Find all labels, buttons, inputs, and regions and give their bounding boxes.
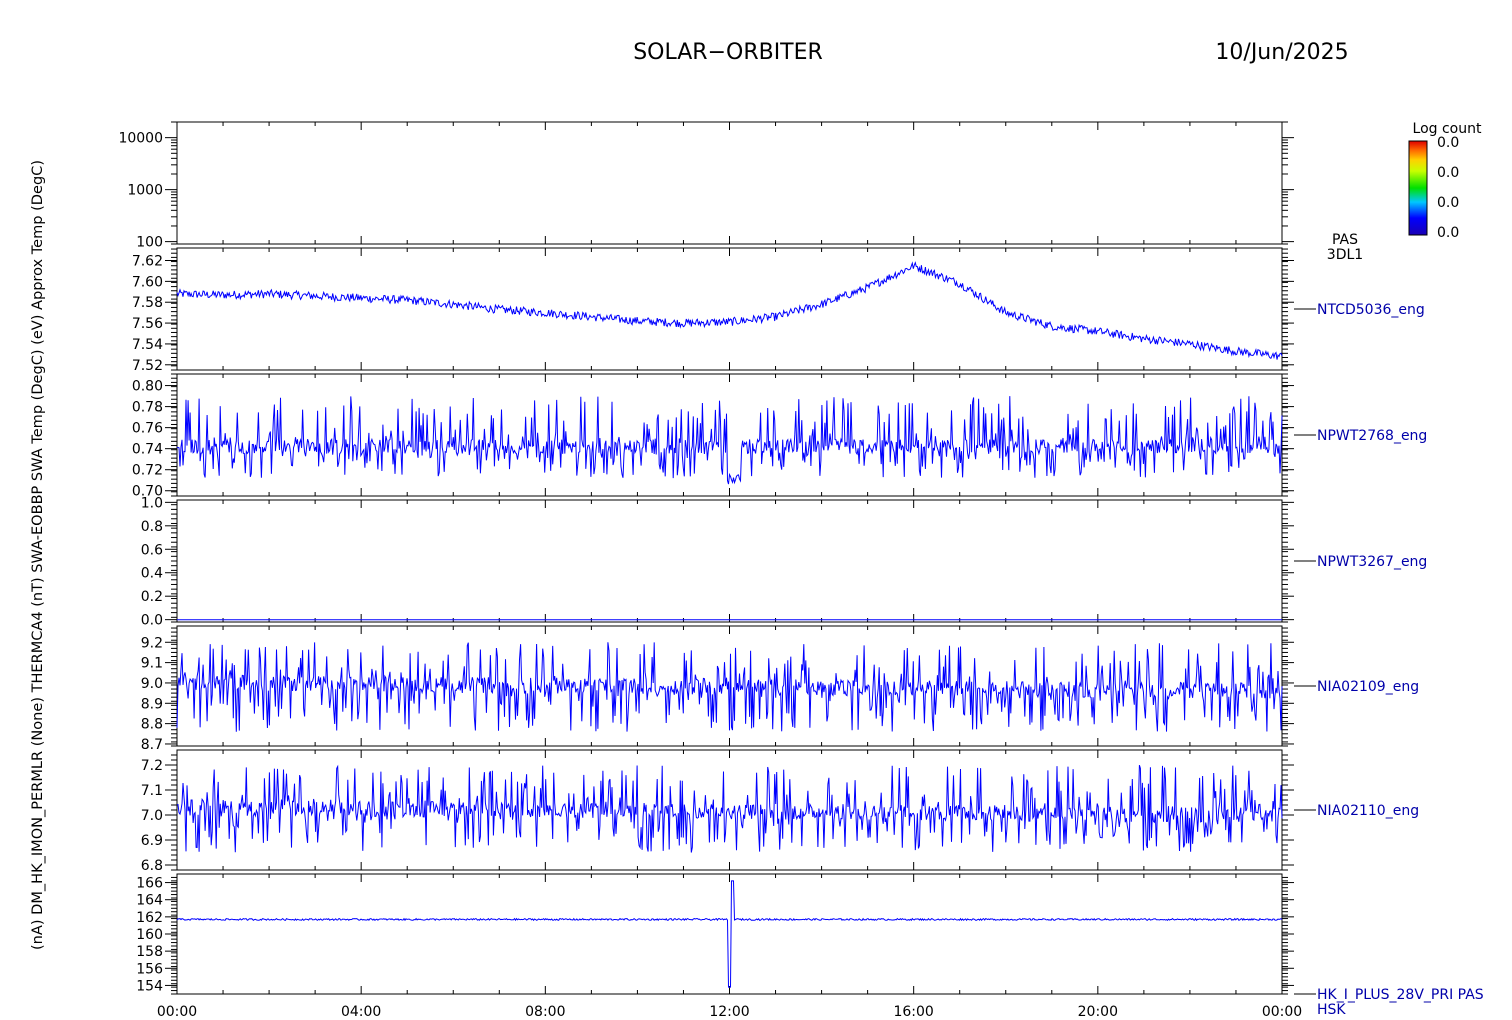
y-tick-label: 166: [136, 876, 163, 892]
y-tick-label: 7.54: [132, 337, 163, 353]
panel-frame: [176, 873, 1283, 995]
colorbar-tick-label: 0.0: [1437, 225, 1459, 241]
panel-frame: [176, 121, 1283, 245]
y-tick-label: 156: [136, 961, 163, 977]
y-tick-label: 0.72: [132, 463, 163, 479]
side-label: NTCD5036_eng: [1317, 302, 1425, 318]
side-label: NPWT2768_eng: [1317, 428, 1427, 444]
series-line: [176, 261, 1283, 360]
x-tick-label: 16:00: [893, 1004, 933, 1020]
series-line: [176, 642, 1283, 732]
y-tick-label: 7.56: [132, 316, 163, 332]
panel-6: 7.2 7.1 7.0 6.9 6.8 NIA02110_eng: [141, 749, 1419, 874]
y-tick-label: 8.8: [141, 717, 163, 733]
y-tick-label: 10000: [118, 131, 163, 147]
x-tick-label: 20:00: [1078, 1004, 1118, 1020]
y-tick-label: 9.1: [141, 656, 163, 672]
y-tick-label: 154: [136, 978, 163, 994]
y-tick-label: 8.7: [141, 737, 163, 753]
x-tick-label: 12:00: [709, 1004, 749, 1020]
y-tick-label: 1.0: [141, 495, 163, 511]
side-label: HSK: [1317, 1002, 1346, 1018]
y-tick-label: 0.8: [141, 519, 163, 535]
y-tick-label: 7.62: [132, 254, 163, 270]
colorbar-tick-label: 0.0: [1437, 195, 1459, 211]
left-axis-label: (nA) DM_HK_IMON_PERMLR (None) THERMCA4 (…: [30, 160, 46, 950]
colorbar-gradient: [1408, 140, 1428, 236]
y-tick-label: 6.8: [141, 858, 163, 874]
y-tick-label: 9.2: [141, 635, 163, 651]
panel-4: 1.0 0.8 0.6 0.4 0.2 0.0 NPWT3267_eng: [141, 495, 1428, 628]
side-label: NIA02109_eng: [1317, 679, 1419, 695]
plot-date: 10/Jun/2025: [1215, 40, 1348, 65]
side-label: NPWT3267_eng: [1317, 554, 1427, 570]
x-tick-label: 08:00: [525, 1004, 565, 1020]
y-tick-label: 0.76: [132, 421, 163, 437]
y-tick-label: 6.9: [141, 833, 163, 849]
y-tick-label: 7.1: [141, 783, 163, 799]
y-tick-label: 0.80: [132, 379, 163, 395]
colorbar-tick-label: 0.0: [1437, 135, 1459, 151]
time-axis: 00:00 04:00 08:00 12:00 16:00 20:00 00:00: [157, 1004, 1302, 1020]
mission-title: SOLAR−ORBITER: [633, 40, 823, 65]
y-tick-label: 164: [136, 893, 163, 909]
side-label: HK_I_PLUS_28V_PRI PAS: [1317, 987, 1484, 1003]
y-tick-label: 0.4: [141, 566, 163, 582]
y-tick-label: 0.0: [141, 613, 163, 629]
panel-5: 9.2 9.1 9.0 8.9 8.8 8.7 NIA02109_eng: [141, 625, 1419, 753]
y-tick-label: 0.6: [141, 542, 163, 558]
panels: 100001000100 PAS3DL17.627.607.587.567.547…: [118, 121, 1484, 1018]
y-tick-label: 158: [136, 944, 163, 960]
colorbar-tick-label: 0.0: [1437, 165, 1459, 181]
x-tick-label: 00:00: [1262, 1004, 1302, 1020]
y-tick-label: 162: [136, 910, 163, 926]
panel-frame: [176, 247, 1283, 371]
panel-3: 0.800.780.760.740.720.70NPWT2768_eng: [132, 373, 1427, 500]
side-label: 3DL1: [1327, 247, 1363, 263]
series-line: [176, 396, 1283, 485]
panel-1: 10000 1000 100 PAS3DL1: [118, 121, 1363, 263]
y-tick-label: 7.52: [132, 358, 163, 374]
y-tick-label: 7.2: [141, 758, 163, 774]
y-tick-label: 0.74: [132, 442, 163, 458]
side-label: NIA02110_eng: [1317, 803, 1419, 819]
solar-orbiter-summary-plot: SOLAR−ORBITER 10/Jun/2025 (nA) DM_HK_IMO…: [30, 40, 1484, 1020]
y-tick-label: 1000: [127, 183, 163, 199]
side-label: PAS: [1332, 232, 1358, 248]
colorbar: Log count 0.0 0.0 0.0 0.0: [1408, 121, 1482, 241]
panel-2: 7.62 7.60 7.58 7.56 7.54 7.52 NTCD5036_eng: [132, 247, 1425, 374]
y-tick-label: 9.0: [141, 676, 163, 692]
y-tick-label: 0.78: [132, 400, 163, 416]
panel-frame: [176, 499, 1283, 623]
y-tick-label: 7.60: [132, 274, 163, 290]
y-tick-label: 100: [136, 235, 163, 251]
series-line: [176, 880, 1283, 988]
panel-7: 166164162160158156154 HK_I_PLUS_28V_PRI P…: [136, 873, 1484, 1018]
y-tick-label: 7.58: [132, 295, 163, 311]
y-tick-label: 160: [136, 927, 163, 943]
x-tick-label: 00:00: [157, 1004, 197, 1020]
panel-frame: [176, 749, 1283, 871]
y-tick-label: 7.0: [141, 808, 163, 824]
series-line: [176, 764, 1283, 853]
x-tick-label: 04:00: [341, 1004, 381, 1020]
y-tick-label: 0.2: [141, 589, 163, 605]
y-tick-label: 8.9: [141, 696, 163, 712]
